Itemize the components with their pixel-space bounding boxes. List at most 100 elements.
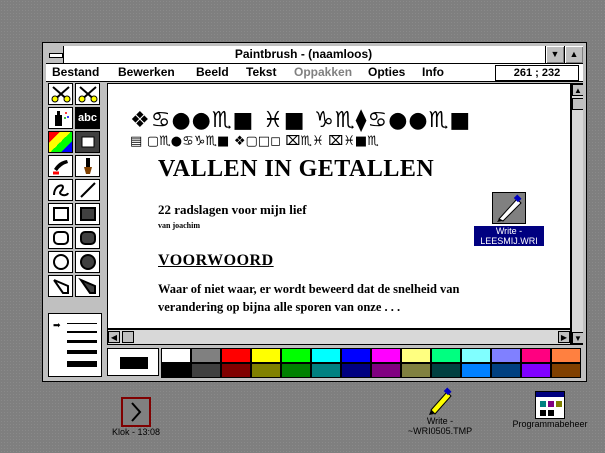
filled-rounded-box-tool[interactable]	[75, 227, 100, 249]
color-swatch[interactable]	[491, 363, 521, 378]
paintbrush-window[interactable]: Paintbrush - (naamloos) ▼ ▲ Bestand Bewe…	[42, 42, 587, 382]
embedded-write-label: Write - LEESMIJ.WRI	[474, 226, 544, 246]
filled-circle-icon	[79, 254, 96, 270]
write-desktop-icon[interactable]: Write - ~WRI0505.TMP	[395, 386, 485, 436]
cursor-coordinates: 261 ; 232	[495, 65, 579, 81]
color-swatch[interactable]	[221, 363, 251, 378]
color-swatch[interactable]	[521, 363, 551, 378]
color-swatch[interactable]	[431, 363, 461, 378]
maximize-button[interactable]: ▲	[564, 46, 583, 63]
color-swatch[interactable]	[251, 363, 281, 378]
filled-polygon-icon	[77, 277, 96, 294]
vertical-scrollbar[interactable]: ▲ ▼	[571, 83, 585, 345]
scissors-rect-tool[interactable]	[75, 83, 100, 105]
program-manager-label: Programmabeheer	[512, 419, 588, 429]
title-bar[interactable]: Paintbrush - (naamloos) ▼ ▲	[46, 46, 583, 64]
scroll-left-icon[interactable]: ◀	[108, 331, 120, 343]
write-desktop-label-line2: ~WRI0505.TMP	[407, 426, 473, 436]
filled-polygon-tool[interactable]	[75, 275, 100, 297]
line-width-3[interactable]	[67, 340, 97, 343]
color-swatch[interactable]	[461, 348, 491, 363]
line-icon	[79, 182, 96, 198]
line-width-selector[interactable]: ➡	[48, 313, 102, 377]
color-swatch[interactable]	[191, 363, 221, 378]
menu-bestand[interactable]: Bestand	[52, 64, 99, 81]
line-width-4[interactable]	[67, 350, 97, 354]
minimize-button[interactable]: ▼	[545, 46, 564, 63]
line-width-5[interactable]	[67, 361, 97, 367]
color-swatch[interactable]	[341, 363, 371, 378]
program-manager-desktop-icon[interactable]: Programmabeheer	[505, 391, 595, 429]
embedded-write-object[interactable]: Write - LEESMIJ.WRI	[474, 192, 544, 252]
horizontal-scrollbar[interactable]: ◀ ▶	[107, 329, 571, 345]
vertical-scroll-thumb[interactable]	[572, 98, 584, 110]
clock-desktop-icon[interactable]: Klok - 13:08	[104, 397, 168, 437]
window-title: Paintbrush - (naamloos)	[234, 47, 373, 61]
menu-oppakken[interactable]: Oppakken	[294, 64, 352, 81]
box-tool[interactable]	[48, 203, 73, 225]
color-swatch[interactable]	[311, 363, 341, 378]
scroll-up-icon[interactable]: ▲	[572, 84, 584, 96]
text-tool-icon: abc	[78, 112, 97, 124]
scissors-pick-icon	[51, 86, 70, 103]
color-swatch[interactable]	[521, 348, 551, 363]
rounded-box-tool[interactable]	[48, 227, 73, 249]
color-swatch[interactable]	[161, 348, 191, 363]
color-swatch[interactable]	[221, 348, 251, 363]
color-swatch[interactable]	[311, 348, 341, 363]
menu-beeld[interactable]: Beeld	[196, 64, 229, 81]
dingbat-subheading: ▤ ▢♏●♋♑♏■ ❖▢□◻ ⌧♏♓ ⌧♓■♏	[130, 134, 379, 149]
eraser-tool[interactable]	[75, 131, 100, 153]
color-swatch[interactable]	[251, 348, 281, 363]
scissors-pick-tool[interactable]	[48, 83, 73, 105]
color-swatch[interactable]	[371, 363, 401, 378]
color-swatch[interactable]	[461, 363, 491, 378]
text-tool[interactable]: abc	[75, 107, 100, 129]
color-swatch[interactable]	[431, 348, 461, 363]
clock-label: Klok - 13:08	[111, 427, 161, 437]
color-swatch[interactable]	[551, 348, 581, 363]
drawing-canvas[interactable]: ❖♋●●♏■ ♓■ ♑♏⧫♋●●♏■ ▤ ▢♏●♋♑♏■ ❖▢□◻ ⌧♏♓ ⌧♓…	[107, 83, 571, 329]
filled-rounded-box-icon	[79, 231, 96, 245]
body-line-2: verandering op bijna alle sporen van onz…	[158, 300, 401, 314]
polygon-tool[interactable]	[48, 275, 73, 297]
airbrush-tool[interactable]	[48, 107, 73, 129]
document-title: VALLEN IN GETALLEN	[158, 156, 435, 182]
curve-tool[interactable]	[48, 179, 73, 201]
color-swatch[interactable]	[281, 363, 311, 378]
system-menu-button[interactable]	[46, 46, 64, 63]
color-swatch[interactable]	[551, 363, 581, 378]
paint-roller-icon	[52, 160, 68, 175]
menu-bewerken[interactable]: Bewerken	[118, 64, 175, 81]
selected-width-arrow-icon: ➡	[53, 320, 61, 330]
paint-roller-tool[interactable]	[48, 155, 73, 177]
line-width-2[interactable]	[67, 331, 97, 333]
color-swatch[interactable]	[161, 363, 191, 378]
toolbox: abc	[48, 83, 104, 309]
brush-tool[interactable]	[75, 155, 100, 177]
filled-box-icon	[79, 207, 96, 221]
color-palette	[107, 346, 585, 380]
clock-icon	[121, 397, 151, 427]
horizontal-scroll-thumb[interactable]	[122, 331, 134, 343]
color-swatch[interactable]	[401, 363, 431, 378]
color-swatch[interactable]	[371, 348, 401, 363]
color-eraser-tool[interactable]	[48, 131, 73, 153]
scroll-down-icon[interactable]: ▼	[572, 332, 584, 344]
scroll-right-icon[interactable]: ▶	[558, 331, 570, 343]
color-swatch[interactable]	[281, 348, 311, 363]
color-swatch[interactable]	[341, 348, 371, 363]
circle-tool[interactable]	[48, 251, 73, 273]
document-subtitle: 22 radslagen voor mijn lief	[158, 202, 307, 217]
color-swatch[interactable]	[191, 348, 221, 363]
write-pen-icon	[492, 192, 526, 224]
filled-box-tool[interactable]	[75, 203, 100, 225]
menu-info[interactable]: Info	[422, 64, 444, 81]
menu-tekst[interactable]: Tekst	[246, 64, 276, 81]
filled-circle-tool[interactable]	[75, 251, 100, 273]
color-swatch[interactable]	[401, 348, 431, 363]
menu-opties[interactable]: Opties	[368, 64, 405, 81]
line-width-1[interactable]	[67, 323, 97, 324]
line-tool[interactable]	[75, 179, 100, 201]
color-swatch[interactable]	[491, 348, 521, 363]
